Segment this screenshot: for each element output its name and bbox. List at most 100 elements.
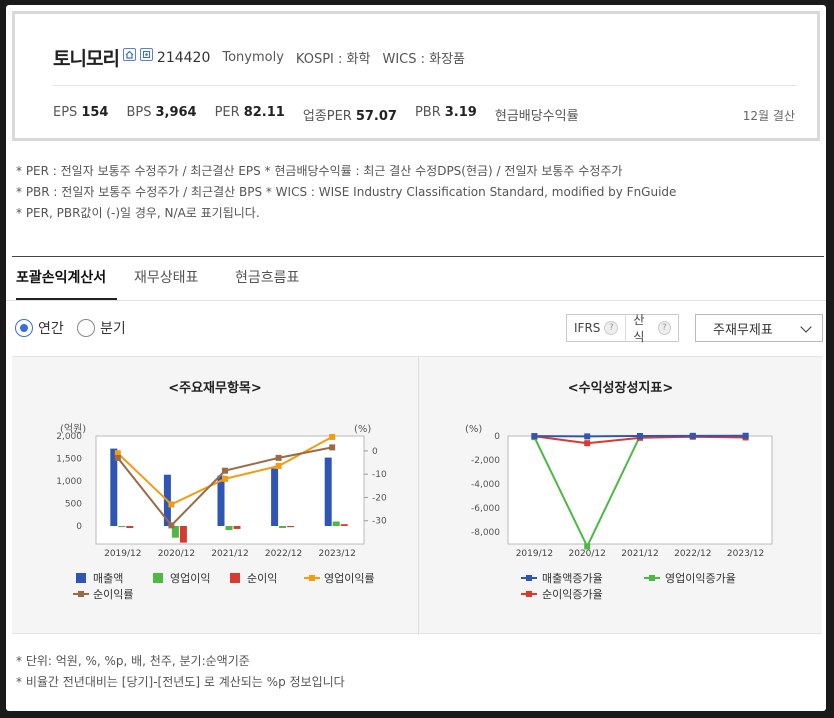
radio-quarter[interactable]: 분기 xyxy=(77,318,126,338)
settlement-month: 12월 결산 xyxy=(742,109,795,123)
chevron-down-icon xyxy=(800,321,812,333)
y-tick-label: -4,000 xyxy=(471,480,500,490)
metric-per: PER 82.11 xyxy=(214,105,285,120)
header-divider xyxy=(53,85,797,86)
english-name: Tonymoly xyxy=(222,50,284,65)
help-icon[interactable]: ? xyxy=(604,321,619,335)
point-매출액증가율 xyxy=(637,433,643,440)
bar-순이익 xyxy=(179,526,187,543)
x-tick-label: 2019/12 xyxy=(516,549,553,559)
y-axis-label: (%) xyxy=(465,424,482,435)
x-tick-label: 2020/12 xyxy=(569,549,606,559)
tab-baseline xyxy=(6,300,826,301)
y-tick-label-right: -20 xyxy=(372,493,387,503)
y-tick-label: 0 xyxy=(494,432,500,442)
y-tick-label-left: 0 xyxy=(76,522,82,532)
legend-swatch xyxy=(526,575,532,581)
legend-swatch xyxy=(230,573,240,583)
calc-button[interactable]: 산식 ? xyxy=(625,313,678,344)
company-name: 토니모리 xyxy=(53,48,120,70)
point-매출액증가율 xyxy=(742,432,749,439)
legend-label: 순이익 xyxy=(247,572,277,585)
metric-dividend-yield: 현금배당수익률 xyxy=(494,109,579,124)
ir-icon[interactable] xyxy=(139,48,153,61)
tab-balance-sheet[interactable]: 재무상태표 xyxy=(134,267,198,295)
legend-label: 매출액 xyxy=(93,572,123,585)
y-axis-right-label: (%) xyxy=(354,424,371,435)
financial-items-chart: (억원) (%)2,0001,5001,00050000-10-20-302019… xyxy=(56,423,387,601)
bar-매출액 xyxy=(217,475,225,526)
bar-순이익 xyxy=(287,526,295,528)
wics-info: WICS : 화장품 xyxy=(382,52,466,67)
bar-영업이익 xyxy=(279,526,287,529)
point-매출액증가율 xyxy=(531,433,538,440)
y-tick-label-left: 1,500 xyxy=(56,455,82,465)
statement-tabs: 포괄손익계산서 재무상태표 현금흐름표 xyxy=(6,267,826,301)
radio-quarter-circle[interactable] xyxy=(77,319,95,337)
ifrs-calc-toggle: IFRS ? 산식 ? xyxy=(566,313,679,344)
statement-type-select[interactable]: 주재무제표 xyxy=(695,314,823,342)
y-tick-label-left: 2,000 xyxy=(56,432,82,442)
legend-swatch xyxy=(78,591,84,597)
section-divider xyxy=(12,256,824,257)
point-순이익률 xyxy=(114,454,121,461)
x-tick-label: 2021/12 xyxy=(211,549,248,559)
stock-code: 214420 xyxy=(156,49,211,66)
legend-label: 영업이익 xyxy=(170,572,210,585)
legend-swatch xyxy=(153,573,163,583)
note-line: * 단위: 억원, %, %p, 배, 천주, 분기:순액기준 xyxy=(16,654,250,668)
metric-sector-per: 업종PER 57.07 xyxy=(302,109,397,124)
x-tick-label: 2022/12 xyxy=(265,549,302,559)
radio-annual[interactable]: 연간 xyxy=(15,318,64,338)
x-tick-label: 2020/12 xyxy=(158,549,195,559)
growth-indicators-chart: (%) 0 -2,000 -4,000 -6,000 -8,000 2019/12 2020/… xyxy=(465,424,773,601)
bar-순이익 xyxy=(233,526,241,529)
legend-label: 영업이익률 xyxy=(324,572,375,585)
valuation-metrics: EPS 154 BPS 3,964 PER 82.11 업종PER 57.07 PBR 3… xyxy=(53,105,601,124)
tab-income-statement[interactable]: 포괄손익계산서 xyxy=(16,267,106,295)
metric-pbr: PBR 3.19 xyxy=(414,105,477,120)
y-tick-label-right: -30 xyxy=(372,517,387,527)
home-icon[interactable] xyxy=(122,48,136,61)
point-영업이익증가율 xyxy=(584,543,591,550)
legend-swatch xyxy=(526,591,532,597)
radio-annual-label: 연간 xyxy=(38,321,64,337)
x-tick-label: 2021/12 xyxy=(621,549,658,559)
bar-영업이익 xyxy=(118,526,126,527)
company-header: 토니모리 214420 Tonymoly KOSPI : 화학 WICS : 화… xyxy=(12,11,820,141)
x-tick-label: 2023/12 xyxy=(319,549,356,559)
bar-순이익 xyxy=(126,526,134,529)
note-line: * PER : 전일자 보통주 수정주가 / 최근결산 EPS * 현금배당수익… xyxy=(16,164,623,178)
legend-label: 순이익률 xyxy=(93,588,133,601)
note-line: * PBR : 전일자 보통주 수정주가 / 최근결산 BPS * WICS :… xyxy=(16,185,677,199)
legend-label: 영업이익증가율 xyxy=(665,572,736,585)
point-영업이익률 xyxy=(329,433,336,440)
bar-순이익 xyxy=(340,524,348,526)
y-tick-label: -6,000 xyxy=(471,504,500,514)
legend-swatch xyxy=(649,575,655,581)
point-순이익증가율 xyxy=(584,440,591,447)
point-매출액증가율 xyxy=(584,433,591,440)
x-tick-label: 2019/12 xyxy=(104,549,141,559)
metric-eps: EPS 154 xyxy=(53,105,109,120)
point-순이익률 xyxy=(329,444,336,451)
tab-cash-flow[interactable]: 현금흐름표 xyxy=(235,267,299,295)
ifrs-button[interactable]: IFRS ? xyxy=(567,315,625,341)
point-매출액증가율 xyxy=(689,432,696,439)
company-title-row: 토니모리 214420 Tonymoly KOSPI : 화학 WICS : 화… xyxy=(53,44,465,71)
unit-notes: * 단위: 억원, %, %p, 배, 천주, 분기:순액기준 * 비율간 전년… xyxy=(16,651,345,693)
definitions-notes: * PER : 전일자 보통주 수정주가 / 최근결산 EPS * 현금배당수익… xyxy=(16,161,676,224)
note-line: * PER, PBR값이 (-)일 경우, N/A로 표기됩니다. xyxy=(16,206,260,220)
y-tick-label-right: -10 xyxy=(372,470,387,480)
bar-매출액 xyxy=(271,468,279,526)
point-영업이익률 xyxy=(222,475,228,482)
page-frame: 토니모리 214420 Tonymoly KOSPI : 화학 WICS : 화… xyxy=(6,5,826,711)
radio-annual-circle[interactable] xyxy=(15,319,33,337)
legend-label: 순이익증가율 xyxy=(542,588,603,601)
help-icon[interactable]: ? xyxy=(657,321,671,335)
point-영업이익률 xyxy=(168,501,175,508)
point-영업이익률 xyxy=(275,463,282,470)
bar-영업이익 xyxy=(332,521,340,526)
point-순이익률 xyxy=(275,454,282,461)
note-line: * 비율간 전년대비는 [당기]-[전년도] 로 계산되는 %p 정보입니다 xyxy=(16,675,345,689)
